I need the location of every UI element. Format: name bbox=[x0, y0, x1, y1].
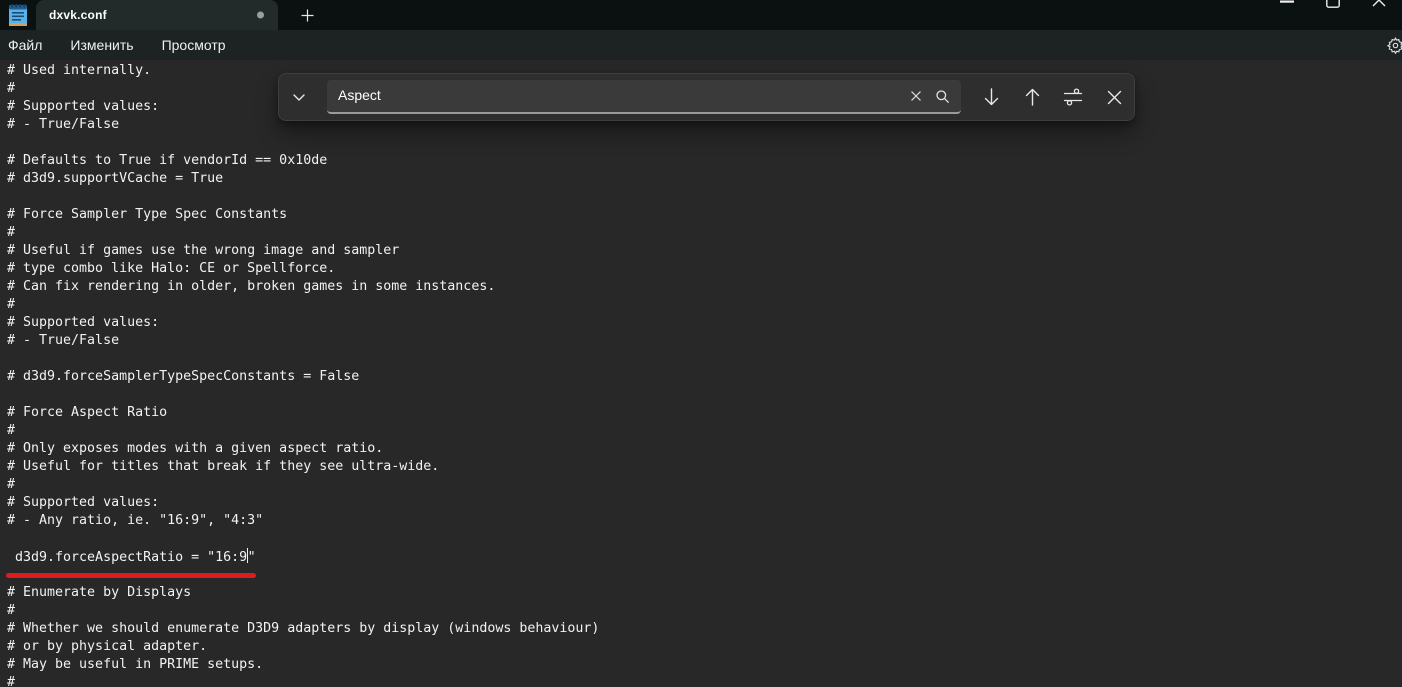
document-line: # Force Sampler Type Spec Constants bbox=[7, 207, 288, 222]
find-expand-button[interactable] bbox=[284, 82, 314, 112]
document-line: # type combo like Halo: CE or Spellforce… bbox=[7, 261, 336, 276]
clear-x-icon bbox=[911, 91, 921, 101]
find-next-button[interactable] bbox=[974, 80, 1008, 114]
search-options-button[interactable] bbox=[1056, 80, 1090, 114]
settings-button[interactable] bbox=[1384, 34, 1402, 56]
maximize-button[interactable] bbox=[1310, 0, 1356, 30]
document-line: # bbox=[7, 603, 16, 618]
document-line: # d3d9.forceSamplerTypeSpecConstants = F… bbox=[7, 369, 360, 384]
document-line: # Force Aspect Ratio bbox=[7, 405, 168, 420]
document-line: # Useful if games use the wrong image an… bbox=[7, 243, 400, 258]
document-line: # bbox=[7, 423, 16, 438]
find-previous-button[interactable] bbox=[1015, 80, 1049, 114]
document-line: # Whether we should enumerate D3D9 adapt… bbox=[7, 621, 600, 636]
title-bar: dxvk.conf bbox=[0, 0, 1402, 30]
new-tab-button[interactable] bbox=[290, 0, 324, 30]
document-line: # Only exposes modes with a given aspect… bbox=[7, 441, 384, 456]
chevron-down-icon bbox=[293, 94, 305, 101]
search-button[interactable] bbox=[929, 83, 955, 109]
menu-view[interactable]: Просмотр bbox=[161, 34, 227, 56]
find-previous-up-icon bbox=[1025, 88, 1039, 106]
window-controls bbox=[1264, 0, 1402, 30]
annotation-red-underline bbox=[6, 573, 256, 578]
document-line: # Enumerate by Displays bbox=[7, 585, 192, 600]
document-line: # Supported values: bbox=[7, 315, 160, 330]
minimize-button[interactable] bbox=[1264, 0, 1310, 30]
document-line: # - Any ratio, ie. "16:9", "4:3" bbox=[7, 513, 264, 528]
find-input-wrap bbox=[327, 80, 961, 114]
minimize-icon bbox=[1280, 0, 1294, 3]
find-input[interactable] bbox=[327, 87, 903, 105]
document-line: d3d9.forceAspectRatio = "16:9" bbox=[7, 548, 256, 565]
document-line: # Defaults to True if vendorId == 0x10de bbox=[7, 153, 328, 168]
gear-icon bbox=[1386, 36, 1402, 54]
notepad-app-icon bbox=[8, 3, 27, 26]
maximize-icon bbox=[1326, 0, 1340, 8]
find-bar bbox=[278, 73, 1135, 121]
menu-edit[interactable]: Изменить bbox=[69, 34, 134, 56]
document-line: # or by physical adapter. bbox=[7, 639, 208, 654]
document-line: # d3d9.supportVCache = True bbox=[7, 171, 224, 186]
close-button[interactable] bbox=[1356, 0, 1402, 30]
document-line: # bbox=[7, 675, 16, 687]
unsaved-changes-dot bbox=[257, 11, 264, 19]
menu-bar: Файл Изменить Просмотр bbox=[0, 30, 1402, 60]
document-text: # Used internally. # # Supported values: # … bbox=[7, 62, 1402, 687]
menu-file[interactable]: Файл bbox=[7, 34, 43, 56]
document-line: # Useful for titles that break if they s… bbox=[7, 459, 440, 474]
app-icon-slot bbox=[0, 0, 36, 30]
document-line: # bbox=[7, 297, 16, 312]
close-find-bar-button[interactable] bbox=[1097, 80, 1131, 114]
close-icon bbox=[1372, 0, 1386, 7]
document-line: # May be useful in PRIME setups. bbox=[7, 657, 264, 672]
search-icon bbox=[935, 89, 949, 103]
document-line: # bbox=[7, 225, 16, 240]
clear-search-button[interactable] bbox=[903, 83, 929, 109]
tab-title: dxvk.conf bbox=[49, 8, 107, 22]
editor-text-area[interactable]: # Used internally. # # Supported values: # … bbox=[0, 60, 1402, 687]
plus-icon bbox=[301, 9, 313, 21]
document-line: # Can fix rendering in older, broken gam… bbox=[7, 279, 496, 294]
close-icon bbox=[1107, 90, 1121, 104]
tab-dxvk-conf[interactable]: dxvk.conf bbox=[36, 0, 278, 30]
document-line: # bbox=[7, 477, 16, 492]
document-line: # Supported values: bbox=[7, 495, 160, 510]
document-line: # - True/False bbox=[7, 333, 120, 348]
search-options-icon bbox=[1063, 88, 1083, 106]
find-next-down-icon bbox=[984, 88, 998, 106]
